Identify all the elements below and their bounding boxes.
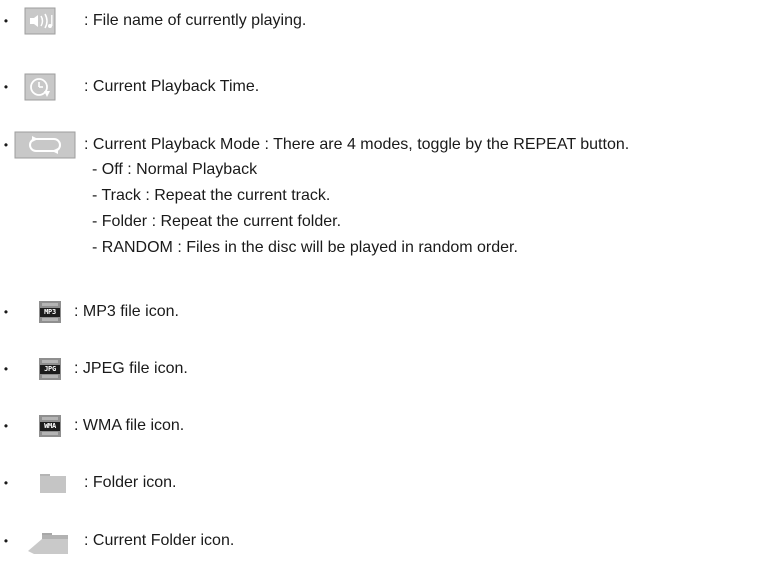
mp3-badge-label: MP3 — [40, 308, 60, 317]
wma-badge-label: WMA — [40, 422, 60, 431]
legend-item-jpg: • JPG : JPEG file icon. — [0, 355, 784, 383]
mode-folder: - Folder : Repeat the current folder. — [92, 213, 342, 230]
jpg-description: : JPEG file icon. — [74, 360, 188, 377]
legend-item-folder: • : Folder icon. — [0, 469, 784, 497]
speaker-note-icon — [24, 7, 68, 35]
mp3-badge: MP3 — [39, 301, 61, 323]
current-folder-description: : Current Folder icon. — [84, 532, 235, 549]
legend-item-file-name: • : File name of currently playing. — [0, 7, 784, 35]
mp3-description: : MP3 file icon. — [74, 303, 179, 320]
bullet: • — [3, 534, 9, 548]
bullet: • — [3, 305, 9, 319]
folder-description: : Folder icon. — [84, 474, 177, 491]
playback-mode-description: : Current Playback Mode : There are 4 mo… — [84, 136, 630, 153]
wma-badge: WMA — [39, 415, 61, 437]
wma-file-icon: WMA — [39, 412, 61, 440]
mp3-file-icon: MP3 — [39, 298, 61, 326]
file-name-description: : File name of currently playing. — [84, 12, 307, 29]
folder-icon — [39, 469, 69, 497]
mode-track: - Track : Repeat the current track. — [92, 187, 331, 204]
clock-icon — [24, 73, 68, 101]
bullet: • — [3, 14, 9, 28]
repeat-icon — [14, 131, 84, 159]
bullet: • — [3, 362, 9, 376]
legend-item-current-folder: • : Current Folder icon. — [0, 527, 784, 555]
mode-random: - RANDOM : Files in the disc will be pla… — [92, 239, 518, 256]
jpg-file-icon: JPG — [39, 355, 61, 383]
wma-description: : WMA file icon. — [74, 417, 185, 434]
legend-item-playback-time: • : Current Playback Time. — [0, 73, 784, 101]
jpg-badge: JPG — [39, 358, 61, 380]
bullet: • — [3, 419, 9, 433]
mode-off: - Off : Normal Playback — [92, 161, 258, 178]
bullet: • — [3, 80, 9, 94]
legend-item-mp3: • MP3 : MP3 file icon. — [0, 298, 784, 326]
bullet: • — [3, 138, 9, 152]
legend-item-playback-mode: • : Current Playback Mode : There are 4 … — [0, 131, 784, 159]
bullet: • — [3, 476, 9, 490]
legend-item-wma: • WMA : WMA file icon. — [0, 412, 784, 440]
playback-time-description: : Current Playback Time. — [84, 78, 260, 95]
jpg-badge-label: JPG — [40, 365, 60, 374]
current-folder-icon — [24, 527, 70, 555]
